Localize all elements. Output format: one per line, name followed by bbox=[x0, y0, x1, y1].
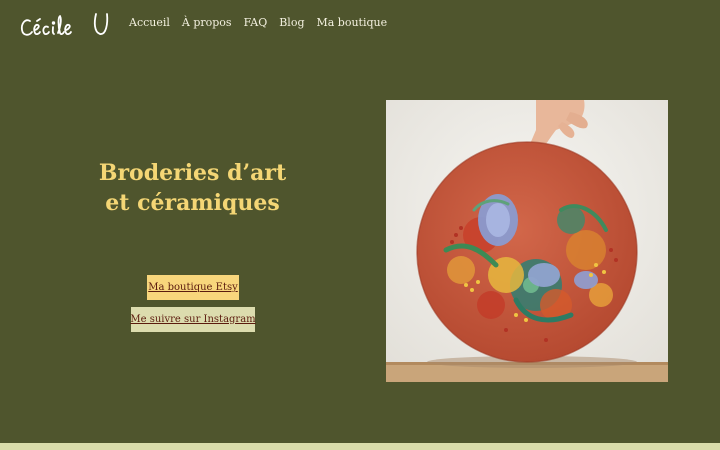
etsy-shop-button[interactable]: Ma boutique Etsy bbox=[147, 275, 239, 300]
footer-strip bbox=[0, 443, 720, 450]
hero-title: Broderies d’art et céramiques bbox=[70, 158, 315, 218]
nav-link-faq[interactable]: FAQ bbox=[244, 16, 268, 30]
logo-script-icon bbox=[20, 13, 109, 36]
hero-title-line2: et céramiques bbox=[105, 190, 280, 216]
nav-link-ma-boutique[interactable]: Ma boutique bbox=[316, 16, 387, 30]
instagram-follow-button[interactable]: Me suivre sur Instagram bbox=[130, 307, 256, 332]
nav-link-a-propos[interactable]: À propos bbox=[182, 16, 232, 30]
embroidery-hoop-image bbox=[386, 100, 668, 382]
site-header: Accueil À propos FAQ Blog Ma boutique bbox=[0, 0, 720, 48]
hero-photo bbox=[386, 100, 668, 382]
main-nav: Accueil À propos FAQ Blog Ma boutique bbox=[129, 16, 387, 30]
nav-link-blog[interactable]: Blog bbox=[279, 16, 304, 30]
site-logo[interactable] bbox=[20, 10, 112, 40]
nav-link-accueil[interactable]: Accueil bbox=[129, 16, 170, 30]
hero-title-line1: Broderies d’art bbox=[98, 160, 287, 186]
